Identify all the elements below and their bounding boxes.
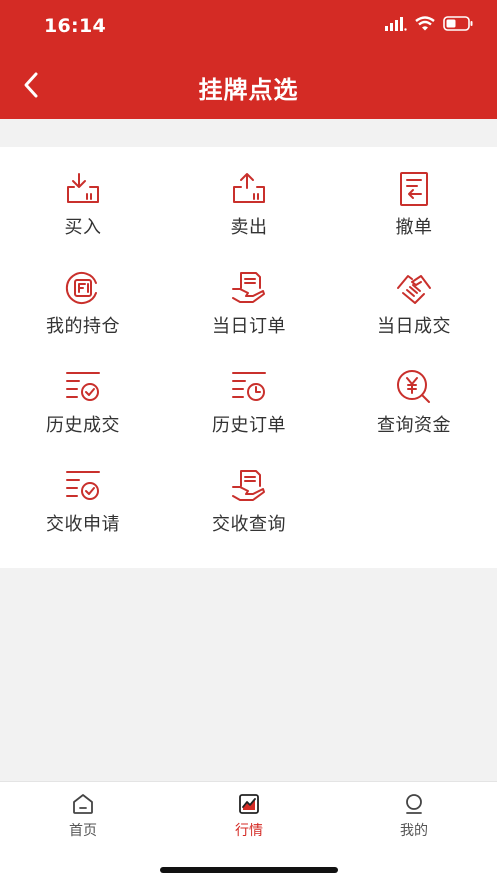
- menu-item-label: 交收查询: [212, 514, 286, 535]
- menu-item-label: 当日订单: [212, 316, 286, 337]
- tab-mine[interactable]: 我的: [331, 792, 497, 840]
- menu-item-label: 当日成交: [377, 316, 451, 337]
- home-indicator[interactable]: [160, 867, 338, 873]
- menu-item-label: 历史订单: [212, 415, 286, 436]
- menu-item-cancel-order[interactable]: 撤单: [331, 147, 497, 246]
- order-hand-icon: [232, 470, 265, 501]
- position-icon: [65, 272, 97, 304]
- menu-item-buy[interactable]: 买入: [0, 147, 166, 246]
- bottom-tab-bar: 首页 行情 我的: [0, 781, 497, 883]
- menu-item-today-trades[interactable]: 当日成交: [331, 246, 497, 345]
- market-chart-icon: [239, 794, 259, 814]
- menu-item-order-history[interactable]: 历史订单: [166, 345, 332, 444]
- buy-tray-icon: [67, 173, 99, 203]
- menu-item-label: 历史成交: [46, 415, 120, 436]
- status-icons: [385, 16, 473, 31]
- page-title: 挂牌点选: [198, 76, 299, 104]
- app-header: 16:14 挂牌点选: [0, 0, 497, 119]
- tab-home[interactable]: 首页: [0, 792, 166, 840]
- tab-market[interactable]: 行情: [166, 792, 332, 840]
- home-icon: [73, 794, 93, 814]
- menu-item-today-orders[interactable]: 当日订单: [166, 246, 332, 345]
- menu-item-settlement-apply[interactable]: 交收申请: [0, 444, 166, 543]
- menu-item-label: 查询资金: [377, 415, 451, 436]
- person-icon: [406, 794, 422, 814]
- menu-item-settlement-query[interactable]: 交收查询: [166, 444, 332, 543]
- function-grid: 买入 卖出 撤单 我的持仓 当日订单 当日成交 历史成交 历史订单 查询资金 交…: [0, 147, 497, 568]
- handshake-icon: [397, 275, 431, 304]
- menu-item-label: 卖出: [230, 217, 268, 238]
- tab-label: 我的: [400, 823, 428, 839]
- list-check-icon: [66, 372, 100, 401]
- yuan-search-icon: [397, 370, 430, 403]
- menu-item-label: 交收申请: [46, 514, 120, 535]
- cellular-signal-icon: [385, 16, 407, 31]
- menu-item-label: 撤单: [395, 217, 433, 238]
- status-time: 16:14: [44, 15, 106, 37]
- tab-label: 行情: [235, 823, 263, 839]
- list-check-icon: [66, 471, 100, 500]
- sell-tray-icon: [233, 173, 265, 203]
- battery-icon: [443, 16, 473, 31]
- wifi-icon: [415, 16, 435, 31]
- menu-item-my-positions[interactable]: 我的持仓: [0, 246, 166, 345]
- menu-item-query-funds[interactable]: 查询资金: [331, 345, 497, 444]
- menu-item-sell[interactable]: 卖出: [166, 147, 332, 246]
- menu-item-label: 我的持仓: [46, 316, 120, 337]
- list-clock-icon: [232, 372, 266, 401]
- menu-item-label: 买入: [64, 217, 102, 238]
- menu-item-trade-history[interactable]: 历史成交: [0, 345, 166, 444]
- cancel-order-icon: [400, 172, 428, 206]
- order-hand-icon: [232, 272, 265, 303]
- tab-label: 首页: [69, 823, 97, 839]
